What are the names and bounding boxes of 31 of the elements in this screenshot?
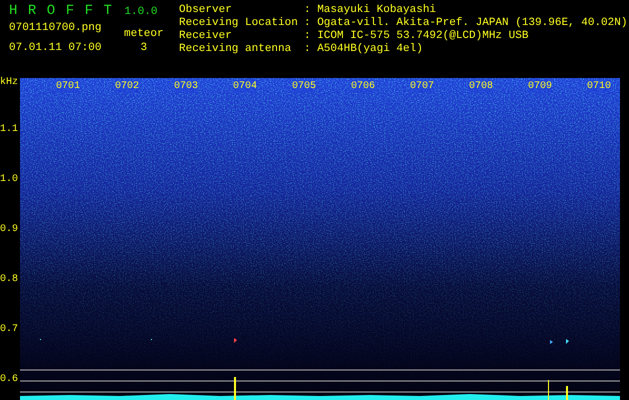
date-time: 07.01.11 07:00 — [9, 42, 102, 55]
station-label: Observer — [179, 4, 233, 17]
station-value: : Masayuki Kobayashi — [304, 4, 438, 17]
meteor-count: 3 — [140, 42, 148, 55]
frequency-label: 0.6 — [0, 373, 18, 386]
time-label: 0709 — [528, 80, 552, 93]
time-label: 0707 — [410, 80, 434, 93]
frequency-label: 1.0 — [0, 173, 18, 186]
frequency-label: 0.7 — [0, 323, 18, 336]
frequency-label: 1.1 — [0, 123, 18, 136]
app-name: HROFFT — [9, 3, 122, 19]
frequency-label: 0.8 — [0, 273, 18, 286]
time-label: 0701 — [56, 80, 80, 93]
file-name: 0701110700.png — [9, 22, 102, 35]
station-value: : ICOM IC-575 53.7492(@LCD)MHz USB — [304, 30, 530, 43]
station-value: : A504HB(yagi 4el) — [304, 43, 424, 56]
meteor-label: meteor — [124, 28, 164, 41]
station-label: Receiving antenna — [179, 43, 292, 56]
time-label: 0703 — [174, 80, 198, 93]
time-label: 0708 — [469, 80, 494, 93]
station-value: : Ogata-vill. Akita-Pref. JAPAN (139.96E, 40.02N) — [304, 17, 628, 30]
time-label: 0706 — [351, 80, 376, 93]
unit-label: kHz — [0, 76, 18, 89]
frequency-label: 0.9 — [0, 223, 18, 236]
station-label: Receiver — [179, 30, 233, 43]
time-label: 0704 — [233, 80, 258, 93]
station-label: Receiving Location — [179, 17, 299, 30]
time-label: 0705 — [292, 80, 316, 93]
time-label: 0702 — [115, 80, 140, 93]
time-label: 0710 — [587, 80, 612, 93]
app-version: 1.0.0 — [124, 6, 158, 19]
